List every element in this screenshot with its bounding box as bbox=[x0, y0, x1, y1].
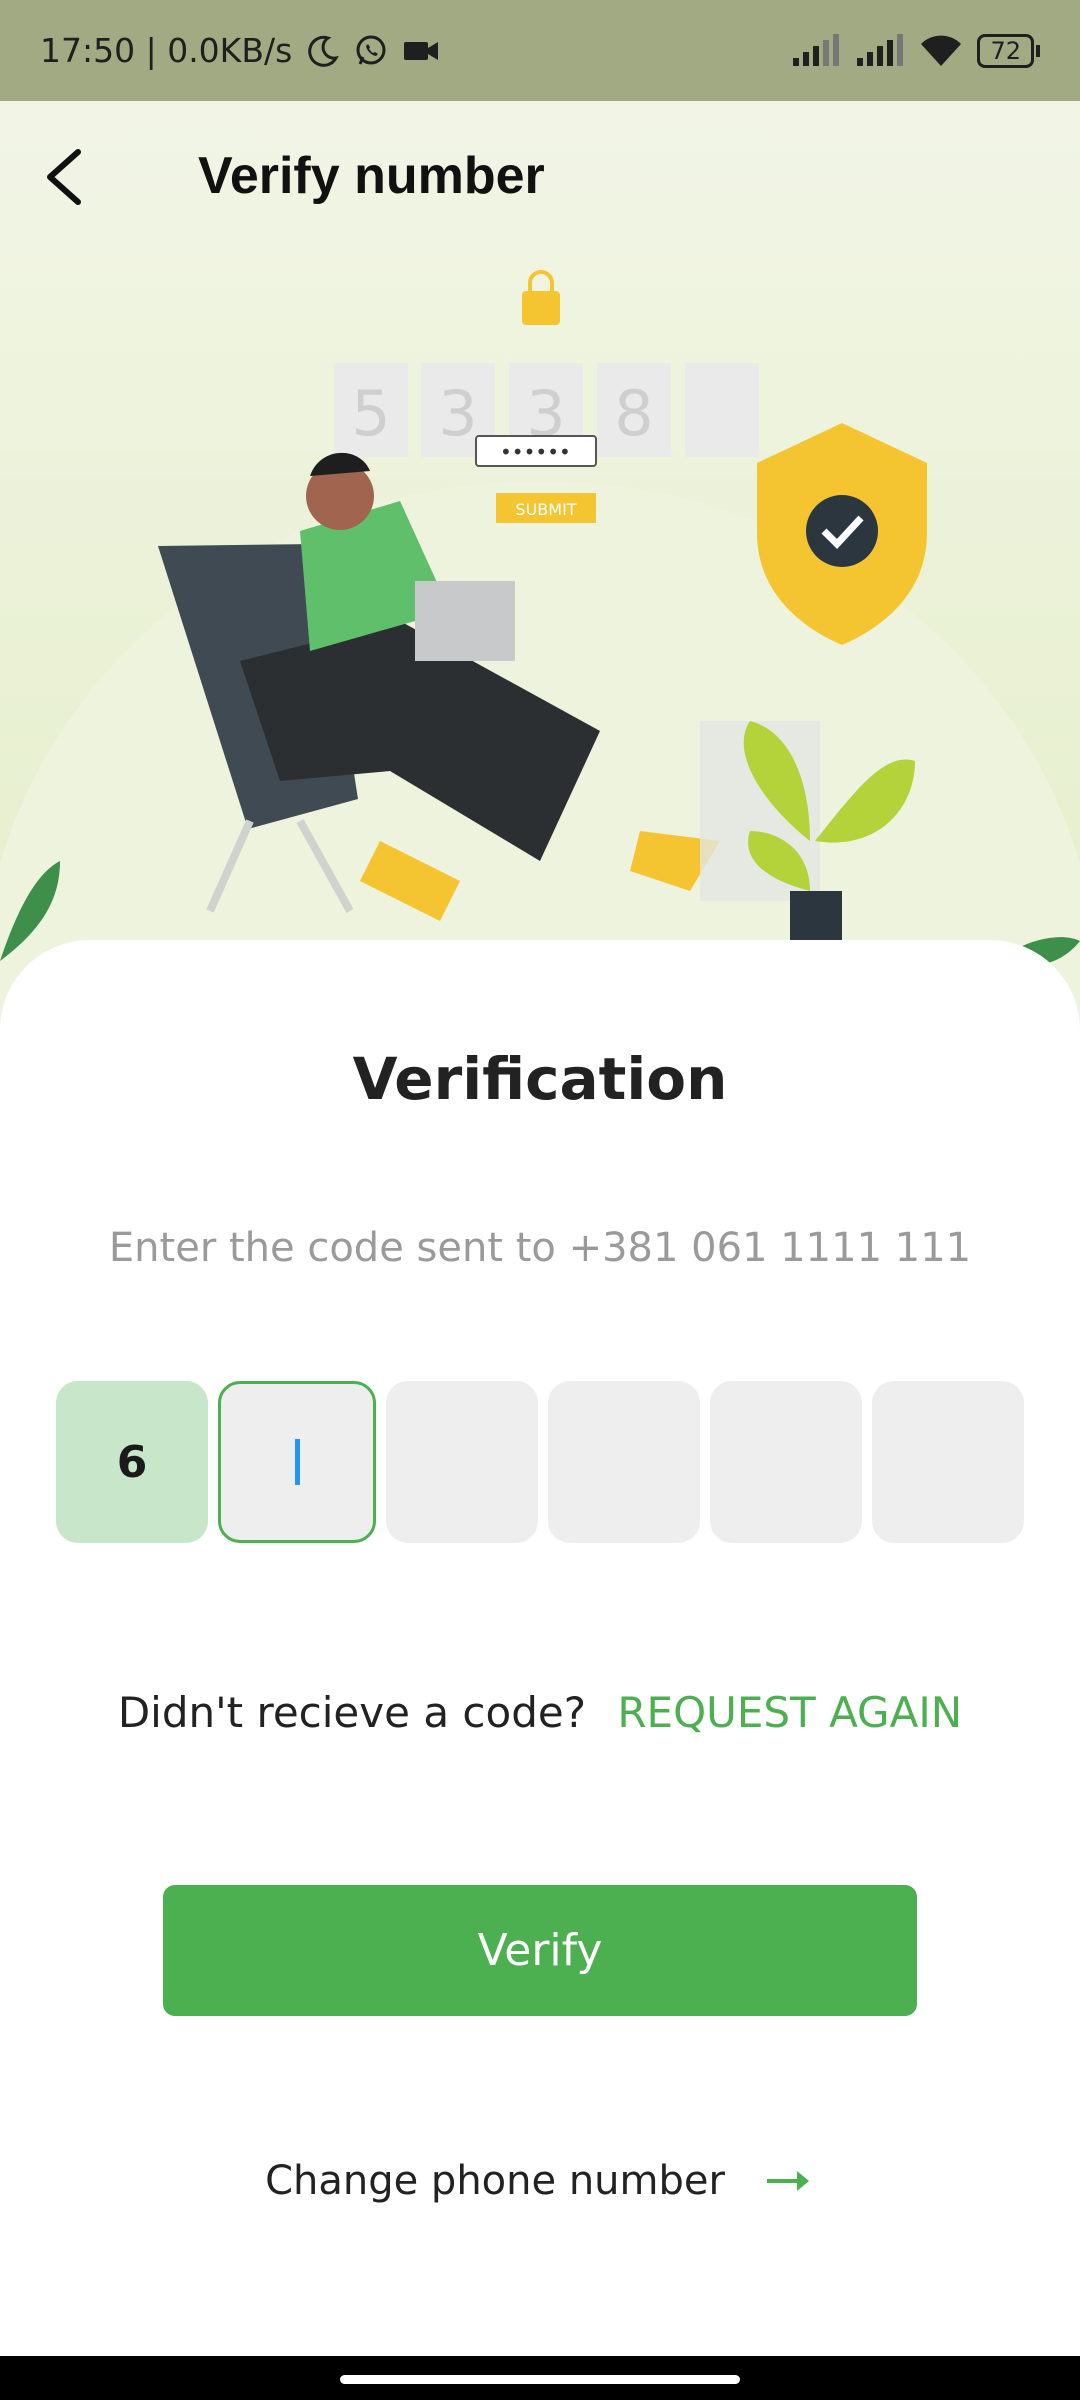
wifi-icon bbox=[921, 35, 962, 66]
code-digit-6[interactable] bbox=[872, 1381, 1024, 1543]
change-phone-button[interactable]: Change phone number bbox=[0, 2158, 1080, 2204]
video-camera-icon bbox=[404, 41, 439, 60]
signal-icon bbox=[793, 33, 840, 66]
code-digit-1[interactable]: 6 bbox=[56, 1381, 208, 1543]
svg-text:••••••: •••••• bbox=[500, 440, 571, 464]
page-title: Verify number bbox=[198, 147, 545, 205]
battery-level: 72 bbox=[977, 33, 1034, 68]
request-again-link[interactable]: REQUEST AGAIN bbox=[617, 1688, 962, 1737]
change-phone-label: Change phone number bbox=[265, 2158, 725, 2204]
chevron-left-icon bbox=[47, 149, 81, 205]
home-indicator[interactable] bbox=[340, 2375, 740, 2384]
verify-button[interactable]: Verify bbox=[163, 1885, 917, 2016]
resend-question: Didn't recieve a code? bbox=[117, 1688, 586, 1737]
verification-illustration: 5 3 3 8 •••••• SUBMIT bbox=[0, 270, 1080, 1051]
code-input-row: 6 bbox=[56, 1381, 1024, 1543]
whatsapp-icon bbox=[356, 35, 386, 65]
padlock-icon bbox=[522, 291, 560, 325]
verification-subtitle: Enter the code sent to +381 061 1111 111 bbox=[108, 1225, 972, 1271]
verification-card bbox=[0, 940, 1080, 2360]
code-digit-3[interactable] bbox=[386, 1381, 538, 1543]
resend-row: Didn't recieve a code? REQUEST AGAIN bbox=[0, 1688, 1080, 1737]
code-digit-4[interactable] bbox=[548, 1381, 700, 1543]
battery-icon: 72 bbox=[977, 33, 1040, 68]
verification-title: Verification bbox=[352, 1045, 728, 1113]
text-cursor bbox=[294, 1439, 300, 1485]
svg-text:3: 3 bbox=[438, 377, 477, 450]
signal-icon bbox=[857, 33, 904, 66]
back-button[interactable] bbox=[38, 142, 88, 212]
code-digit-5[interactable] bbox=[710, 1381, 862, 1543]
arrow-right-icon bbox=[766, 2171, 809, 2191]
code-digit-2[interactable] bbox=[218, 1381, 376, 1543]
hero-illustration: 5 3 3 8 •••••• SUBMIT bbox=[0, 101, 1080, 1051]
status-time: 17:50 | 0.0KB/s bbox=[40, 31, 293, 70]
status-bar: 17:50 | 0.0KB/s 72 bbox=[0, 0, 1080, 101]
svg-text:5: 5 bbox=[351, 377, 390, 450]
moon-icon bbox=[308, 35, 340, 67]
svg-text:SUBMIT: SUBMIT bbox=[515, 500, 576, 519]
svg-text:8: 8 bbox=[614, 377, 653, 450]
